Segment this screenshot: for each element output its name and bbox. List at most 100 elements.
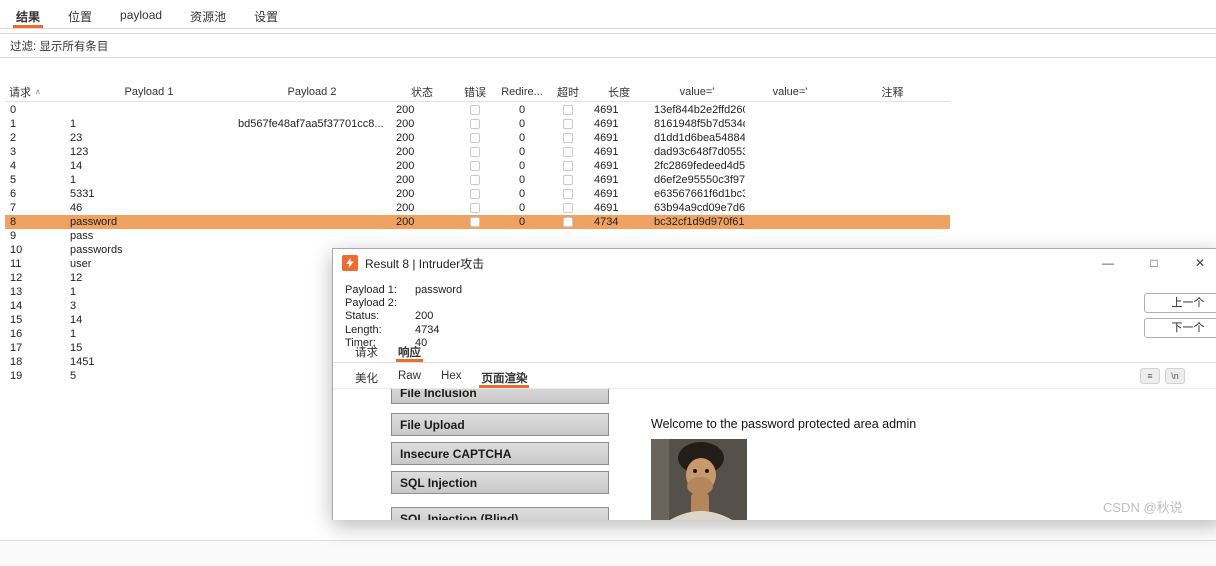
comment-cell — [835, 215, 950, 229]
status-cell: 200 — [396, 132, 415, 144]
filter-bar[interactable]: 过滤: 显示所有条目 — [0, 33, 1216, 58]
table-row[interactable]: 0 200 0 4691 13ef844b2e2ffd2607... — [5, 103, 950, 117]
status-cell: 200 — [396, 202, 415, 214]
tab-resource-pool[interactable]: 资源池 — [176, 0, 240, 28]
results-table-header: 请求 ∧ Payload 1 Payload 2 状态 错误 Redire... 超时 长度 va… — [5, 82, 950, 102]
tab-hex[interactable]: Hex — [431, 363, 471, 388]
column-header[interactable]: 注释 — [835, 82, 950, 101]
table-row[interactable]: 2 23 200 0 4691 d1dd1d6bea548848... — [5, 131, 950, 145]
column-header[interactable]: 状态 — [391, 82, 453, 101]
table-row[interactable]: 6 5331 200 0 4691 e63567661f6d1bc3d... — [5, 187, 950, 201]
previous-result-button[interactable]: 上一个 — [1144, 293, 1216, 313]
column-header[interactable]: Redire... — [497, 82, 547, 101]
column-header[interactable]: value=' — [649, 82, 745, 101]
error-checkbox[interactable] — [470, 105, 480, 115]
error-checkbox[interactable] — [470, 161, 480, 171]
format-icon-group: ≡ \n — [1135, 363, 1185, 388]
redirect-cell: 0 — [518, 132, 526, 144]
column-header[interactable]: 超时 — [547, 82, 589, 101]
table-row[interactable]: 4 14 200 0 4691 2fc2869fedeed4d5d6... — [5, 159, 950, 173]
error-checkbox[interactable] — [470, 175, 480, 185]
timeout-checkbox-cell — [547, 131, 589, 145]
dvwa-menu-button[interactable]: SQL Injection (Blind) — [391, 507, 609, 520]
redirect-cell: 0 — [518, 118, 526, 130]
timeout-checkbox-cell — [547, 173, 589, 187]
value2-cell — [745, 173, 835, 187]
error-checkbox-cell — [453, 131, 497, 145]
length-cell: 4691 — [594, 174, 619, 186]
request-id: 1 — [10, 118, 17, 130]
minimize-button[interactable]: — — [1085, 249, 1131, 277]
intruder-tabbar: 结果 位置 payload 资源池 设置 — [0, 0, 1216, 29]
dvwa-menu-button[interactable]: SQL Injection — [391, 471, 609, 494]
timeout-checkbox[interactable] — [563, 147, 573, 157]
tab-payloads[interactable]: payload — [106, 0, 176, 28]
payload2-cell — [233, 229, 391, 243]
timeout-checkbox[interactable] — [563, 161, 573, 171]
rendered-page-view: File Inclusion File Upload Insecure CAPTCH… — [333, 389, 1216, 520]
payload1-cell: 14 — [70, 314, 83, 326]
payload1-cell: 14 — [70, 160, 83, 172]
request-id: 11 — [10, 258, 22, 270]
tab-render[interactable]: 页面渲染 — [471, 363, 537, 388]
timeout-checkbox[interactable] — [563, 119, 573, 129]
payload2-cell — [233, 201, 391, 215]
table-row[interactable]: 1 1 bd567fe48af7aa5f37701cc8... 200 0 4691 816… — [5, 117, 950, 131]
newline-toggle-icon[interactable]: \n — [1165, 367, 1185, 384]
column-header[interactable]: 错误 — [453, 82, 497, 101]
column-header[interactable]: 长度 — [589, 82, 649, 101]
tab-request[interactable]: 请求 — [345, 339, 388, 362]
column-header[interactable]: value=' — [745, 82, 835, 101]
dvwa-menu-button[interactable]: File Inclusion — [391, 389, 609, 404]
payload1-cell: pass — [70, 230, 94, 242]
tab-positions[interactable]: 位置 — [54, 0, 106, 28]
status-cell: 200 — [396, 104, 415, 116]
request-id: 14 — [10, 300, 23, 312]
request-id: 12 — [10, 272, 23, 284]
tab-pretty[interactable]: 美化 — [345, 363, 388, 388]
tab-settings[interactable]: 设置 — [240, 0, 292, 28]
burp-lightning-icon — [342, 255, 358, 271]
popup-titlebar[interactable]: Result 8 | Intruder攻击 — □ ✕ — [333, 249, 1216, 277]
comment-cell — [835, 103, 950, 117]
error-checkbox[interactable] — [470, 189, 480, 199]
dvwa-menu-button[interactable]: File Upload — [391, 413, 609, 436]
wrap-lines-icon[interactable]: ≡ — [1140, 367, 1160, 384]
table-row[interactable]: 8 password 200 0 4734 bc32cf1d9d970f6162... — [5, 215, 950, 229]
table-row[interactable]: 5 1 200 0 4691 d6ef2e95550c3f979b... — [5, 173, 950, 187]
dvwa-menu-button[interactable]: Insecure CAPTCHA — [391, 442, 609, 465]
table-row[interactable]: 9 pass — [5, 229, 950, 243]
redirect-cell: 0 — [518, 188, 526, 200]
timeout-checkbox[interactable] — [563, 217, 573, 227]
table-row[interactable]: 3 123 200 0 4691 dad93c648f7d0553ef... — [5, 145, 950, 159]
redirect-cell: 0 — [518, 146, 526, 158]
timeout-checkbox[interactable] — [563, 203, 573, 213]
error-checkbox-cell — [453, 145, 497, 159]
column-header[interactable]: 请求 ∧ — [5, 82, 65, 101]
detail-line: Payload 2: — [345, 296, 1216, 309]
filter-bar-text: 过滤: 显示所有条目 — [10, 40, 109, 53]
length-cell — [589, 229, 649, 243]
request-id: 16 — [10, 328, 23, 340]
error-checkbox[interactable] — [470, 217, 480, 227]
tab-raw[interactable]: Raw — [388, 363, 431, 388]
column-header[interactable]: Payload 2 — [233, 82, 391, 101]
tab-response[interactable]: 响应 — [388, 339, 431, 362]
result-popup-window: Result 8 | Intruder攻击 — □ ✕ Payload 1: pa… — [332, 248, 1216, 520]
timeout-checkbox[interactable] — [563, 175, 573, 185]
close-button[interactable]: ✕ — [1177, 249, 1216, 277]
request-id: 3 — [10, 146, 17, 158]
error-checkbox[interactable] — [470, 147, 480, 157]
error-checkbox[interactable] — [470, 133, 480, 143]
timeout-checkbox[interactable] — [563, 189, 573, 199]
column-header[interactable]: Payload 1 — [65, 82, 233, 101]
table-row[interactable]: 7 46 200 0 4691 63b94a9cd09e7d651... — [5, 201, 950, 215]
error-checkbox[interactable] — [470, 203, 480, 213]
error-checkbox[interactable] — [470, 119, 480, 129]
detail-lines: Payload 1: password Payload 2: Status: 200 Le… — [345, 283, 1216, 350]
timeout-checkbox[interactable] — [563, 133, 573, 143]
tab-results[interactable]: 结果 — [2, 0, 54, 28]
maximize-button[interactable]: □ — [1131, 249, 1177, 277]
timeout-checkbox[interactable] — [563, 105, 573, 115]
next-result-button[interactable]: 下一个 — [1144, 318, 1216, 338]
